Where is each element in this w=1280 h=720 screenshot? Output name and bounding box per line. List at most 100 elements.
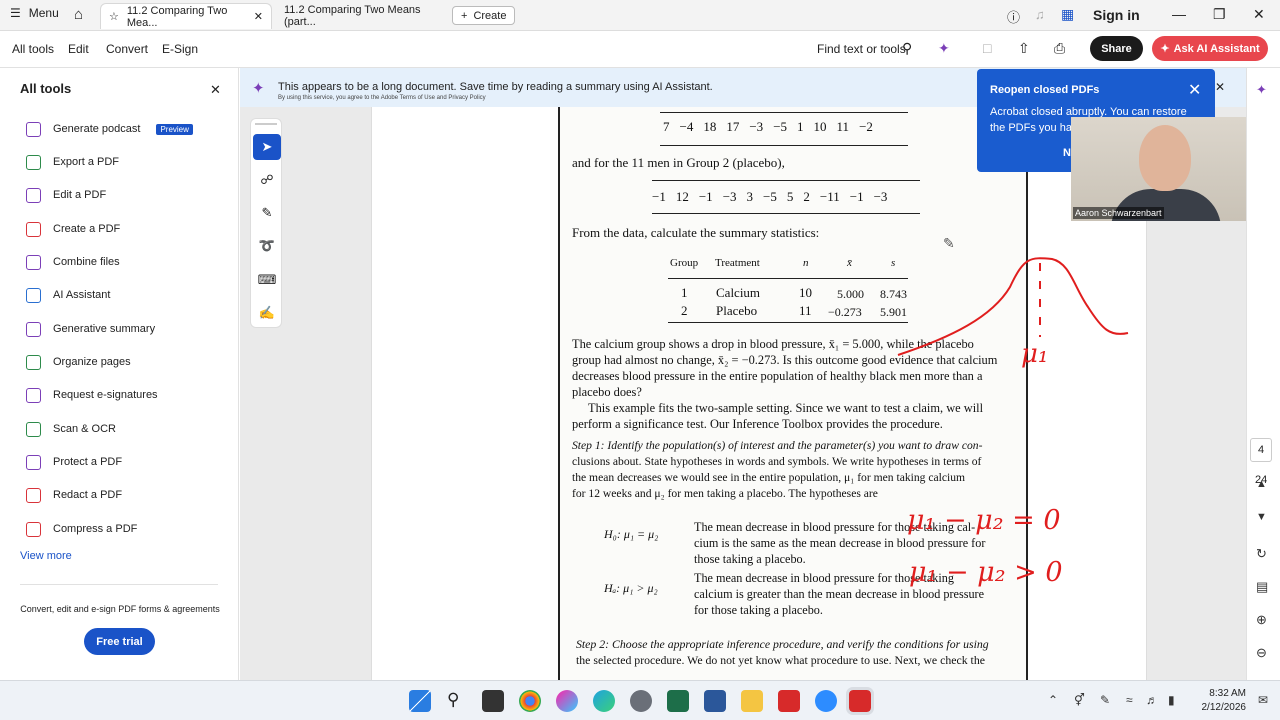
refresh-icon[interactable]: ↻ [1256,546,1267,562]
search-icon[interactable]: ⚲ [902,40,912,57]
sidebar-item-organize-pages[interactable]: Organize pages [26,352,131,372]
data-value: 3 [746,189,754,204]
sidebar-item-generative-summary[interactable]: Generative summary [26,319,155,339]
bell-icon[interactable]: ♫ [1035,7,1045,22]
taskbar-search-icon[interactable]: ⚲ [447,690,459,710]
acrobat-icon[interactable] [778,690,800,712]
view-more-link[interactable]: View more [20,550,72,562]
help-icon[interactable]: ⓘ [1007,7,1020,26]
sidebar-item-label: Redact a PDF [53,489,123,501]
ask-ai-button[interactable]: ✦ Ask AI Assistant [1152,36,1268,61]
table-header-group: Group [670,257,699,269]
close-toast-icon[interactable]: ✕ [1188,80,1201,100]
data-value: −1 [698,189,713,204]
settings-gear-icon[interactable] [630,690,652,712]
toolbar-all-tools[interactable]: All tools [12,42,54,56]
table-cell: 11 [799,303,812,318]
tab-document-2[interactable]: 11.2 Comparing Two Means (part... [276,3,448,29]
toast-action-button[interactable]: N [1063,147,1071,159]
sidebar-item-export-pdf[interactable]: Export a PDF [26,152,119,172]
excel-icon[interactable] [667,690,689,712]
ai-tools-icon[interactable]: ✦ [938,40,950,57]
hamburger-icon: ☰ [10,6,21,20]
sidebar-item-redact-pdf[interactable]: Redact a PDF [26,485,122,505]
close-sidebar-icon[interactable]: ✕ [210,82,221,98]
toolbar-edit[interactable]: Edit [68,42,89,56]
network-icon[interactable]: ⚥ [1074,693,1085,707]
find-tools-input[interactable]: Find text or tools [817,42,906,56]
menu-button[interactable]: ☰ Menu [10,6,59,20]
apps-grid-icon[interactable]: ▦ [1061,6,1074,23]
battery-icon[interactable]: ▮ [1168,693,1175,707]
zoom-icon[interactable] [815,690,837,712]
toolbar-convert[interactable]: Convert [106,42,148,56]
draw-tool-icon[interactable]: ➰ [253,233,281,259]
data-value: −11 [819,189,840,204]
banner-message[interactable]: This appears to be a long document. Save… [278,81,713,93]
palette-grip[interactable] [255,123,277,125]
tab-document-1[interactable]: ☆ 11.2 Comparing Two Mea... ✕ [100,3,272,29]
wifi-icon[interactable]: ≈ [1126,693,1133,707]
create-pdf-icon [26,221,41,237]
table-cell: 5.000 [837,287,864,301]
windows-start-icon[interactable] [409,690,431,712]
edge-icon[interactable] [593,690,615,712]
print-icon[interactable]: ⎙ [1054,40,1065,57]
toolbar-esign[interactable]: E-Sign [162,42,198,56]
sidebar-item-compress-pdf[interactable]: Compress a PDF [26,519,137,539]
pen-icon[interactable]: ✎ [1100,693,1110,707]
home-icon[interactable]: ⌂ [74,6,83,23]
task-view-icon[interactable] [482,690,504,712]
system-clock[interactable]: 8:32 AM 2/12/2026 [1196,687,1247,715]
ai-chat-icon[interactable]: ✦ [1256,82,1267,98]
select-tool-icon[interactable]: ➤ [253,134,281,160]
acrobat-active-icon[interactable] [846,687,874,715]
paragraph-line: This example fits the two-sample setting… [588,401,984,415]
ask-ai-label: Ask AI Assistant [1173,42,1260,55]
tray-overflow-icon[interactable]: ⌃ [1048,693,1058,707]
comment-tool-icon[interactable]: ☍ [253,167,281,193]
notification-icon[interactable]: ✉ [1258,693,1268,707]
sidebar-item-protect-pdf[interactable]: Protect a PDF [26,452,122,472]
sidebar-item-label: Generate podcast [53,123,141,135]
upload-icon[interactable]: ⇧ [1018,40,1030,57]
sidebar-item-scan-ocr[interactable]: Scan & OCR [26,419,116,439]
chrome-icon[interactable] [519,690,541,712]
file-explorer-icon[interactable] [741,690,763,712]
create-button[interactable]: + Create [452,6,516,25]
sign-in-button[interactable]: Sign in [1093,7,1140,23]
text-tool-icon[interactable]: ⌨ [253,267,281,293]
app-icon[interactable] [704,690,726,712]
sidebar-item-create-pdf[interactable]: Create a PDF [26,219,120,239]
sidebar-item-edit-pdf[interactable]: Edit a PDF [26,185,106,205]
menu-label: Menu [28,6,59,20]
sidebar-item-generate-podcast[interactable]: Generate podcast Preview [26,119,193,139]
sidebar-item-combine-files[interactable]: Combine files [26,252,120,272]
step2-line: Step 2: Choose the appropriate inference… [576,637,989,651]
chevron-down-icon[interactable]: ▼ [1256,511,1267,523]
copilot-icon[interactable] [556,690,578,712]
save-icon[interactable]: □ [983,40,991,56]
zoom-in-icon[interactable]: ⊕ [1256,612,1267,628]
maximize-icon[interactable]: ❐ [1213,6,1226,23]
clock-date: 2/12/2026 [1201,702,1247,713]
minimize-icon[interactable]: — [1172,6,1186,22]
volume-icon[interactable]: ♬ [1146,693,1158,707]
page-settings-icon[interactable]: ▤ [1256,579,1268,595]
sidebar-item-request-esignatures[interactable]: Request e-signatures [26,385,158,405]
alt-hypothesis-text: calcium is greater than the mean decreas… [694,587,985,601]
close-tab-icon[interactable]: ✕ [254,10,263,23]
close-window-icon[interactable]: ✕ [1253,6,1265,23]
sidebar-item-ai-assistant[interactable]: AI Assistant [26,285,110,305]
sign-tool-icon[interactable]: ✍ [253,300,281,326]
current-page-input[interactable]: 4 [1250,438,1272,462]
share-button[interactable]: Share [1090,36,1143,61]
close-panel-icon[interactable]: ✕ [1215,80,1225,94]
data-value: −4 [679,119,694,134]
data-value: −5 [773,119,788,134]
highlight-tool-icon[interactable]: ✎ [253,200,281,226]
zoom-out-icon[interactable]: ⊖ [1256,645,1267,661]
free-trial-button[interactable]: Free trial [84,628,155,655]
star-icon[interactable]: ☆ [109,10,119,23]
webcam-overlay[interactable]: Aaron Schwarzenbart [1071,117,1259,221]
